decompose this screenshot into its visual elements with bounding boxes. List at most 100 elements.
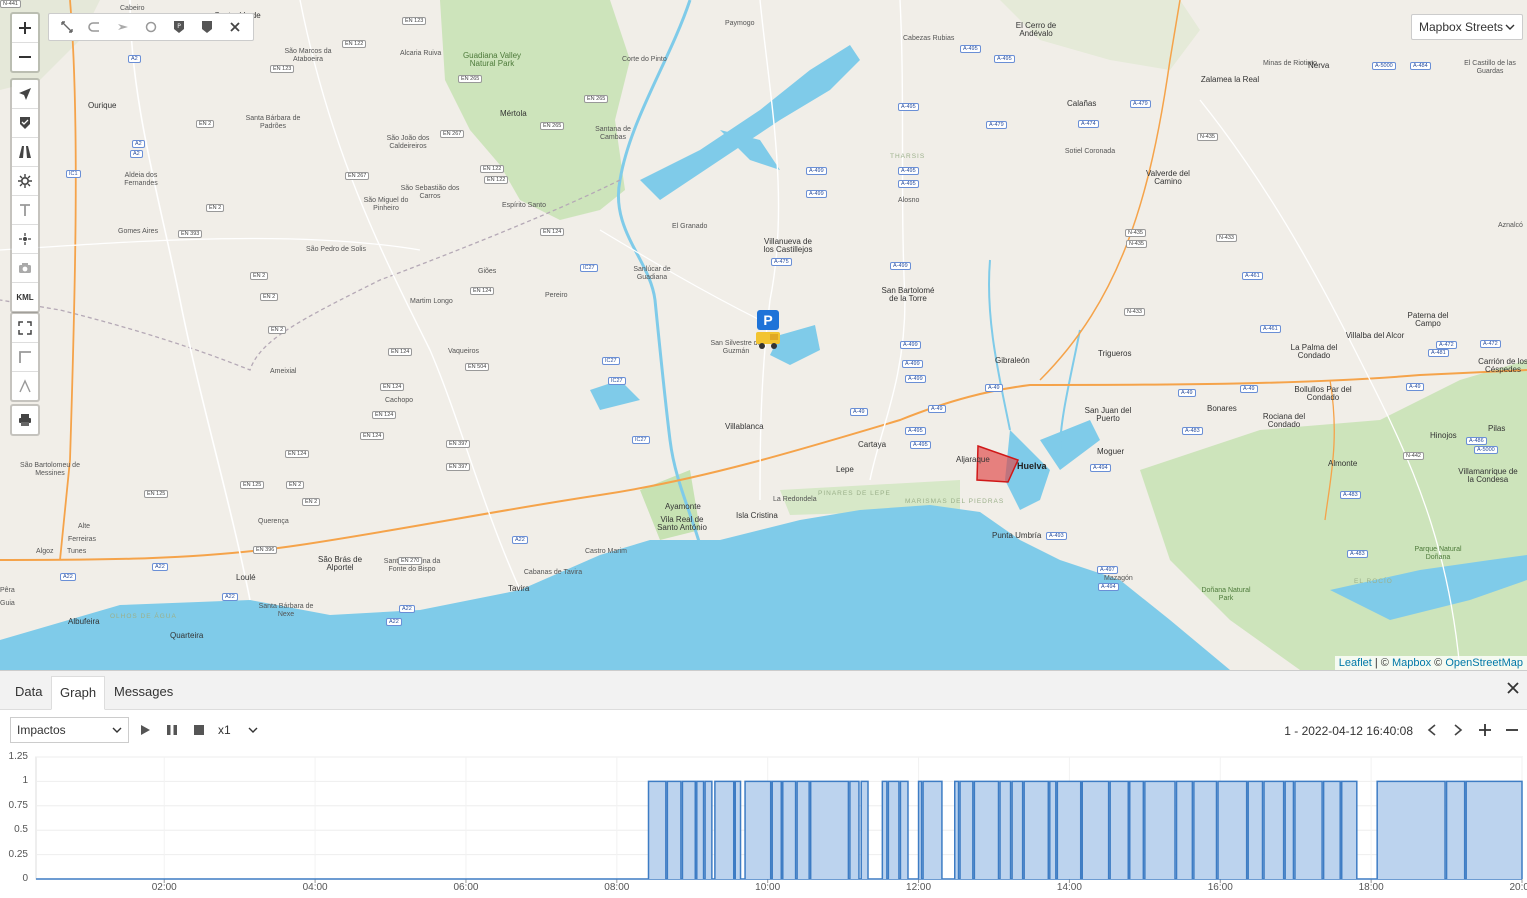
series-area-segment <box>888 781 899 879</box>
variable-select-value: Impactos <box>17 723 66 737</box>
stop-icon <box>194 725 204 735</box>
series-area-segment <box>1446 781 1465 879</box>
series-area-segment <box>782 781 796 879</box>
series-area-segment <box>735 781 741 879</box>
tab-data[interactable]: Data <box>7 676 50 708</box>
vehicle-marker[interactable]: P <box>756 310 780 350</box>
cluster-button[interactable] <box>12 225 38 254</box>
place-label: Sanlúcar de Guadiana <box>633 266 671 281</box>
measure-button[interactable] <box>12 372 38 400</box>
chevron-down-icon <box>248 727 258 733</box>
place-label: Tavira <box>508 584 530 593</box>
road-shield: A-49 <box>928 405 946 413</box>
impacts-graph[interactable]: 0 0.25 0.5 0.75 1 1.25 02:00 04:00 06:00 08:00 10:… <box>0 751 1527 895</box>
place-label: Cartaya <box>858 440 887 449</box>
series-area-segment <box>923 781 942 879</box>
settings-button[interactable] <box>12 167 38 196</box>
series-area-segment <box>648 781 666 879</box>
road-shield: N-435 <box>1126 240 1147 248</box>
road-shield: A-483 <box>1182 427 1203 435</box>
undo-button[interactable] <box>81 14 109 40</box>
draw-line-button[interactable] <box>53 14 81 40</box>
road-shield: EN 122 <box>480 165 505 173</box>
series-area-segment <box>667 781 681 879</box>
road-shield: EN 267 <box>345 172 370 180</box>
draw-parking-button[interactable]: P <box>165 14 193 40</box>
road-shield: EN 124 <box>388 348 413 356</box>
road-shield: EN 124 <box>360 432 385 440</box>
stop-button[interactable] <box>188 719 210 741</box>
map-view[interactable]: Castro VerdeSão Marcos da AtaboeiraAlcar… <box>0 0 1527 670</box>
series-area-segment <box>849 781 859 879</box>
close-panel-button[interactable] <box>1507 681 1519 699</box>
geofence-button[interactable] <box>12 109 38 138</box>
place-label: Punta Umbría <box>992 531 1042 540</box>
draw-circle-button[interactable] <box>137 14 165 40</box>
place-label: Corte do Pinto <box>622 56 667 63</box>
zoom-out-button[interactable] <box>12 43 38 71</box>
place-label: Aznalcó <box>1498 222 1523 229</box>
panel-tabs: Data Graph Messages <box>0 671 1527 710</box>
graph-zoom-in-button[interactable] <box>1475 719 1495 741</box>
place-label: Santana de Cambas <box>595 126 631 141</box>
close-draw-button[interactable] <box>221 14 249 40</box>
graph-canvas[interactable] <box>0 751 1527 895</box>
pause-button[interactable] <box>161 719 183 741</box>
y-tick-label: 0.75 <box>8 799 28 811</box>
expand-icon <box>18 321 32 335</box>
route-button[interactable] <box>12 138 38 167</box>
leaflet-link[interactable]: Leaflet <box>1339 657 1372 669</box>
place-label: Alosno <box>898 197 920 204</box>
fullscreen-button[interactable] <box>12 314 38 343</box>
text-button[interactable] <box>12 196 38 225</box>
previous-button[interactable] <box>1422 719 1442 741</box>
series-area-segment <box>861 781 869 879</box>
place-label: El Castillo de las Guardas <box>1464 60 1516 75</box>
place-label: Doñana Natural Park <box>1201 587 1251 602</box>
series-area-segment <box>1024 781 1049 879</box>
locate-button[interactable] <box>12 80 38 109</box>
osm-link[interactable]: OpenStreetMap <box>1445 657 1523 669</box>
road-shield: IC1 <box>66 170 81 178</box>
road-shield: EN 123 <box>402 17 427 25</box>
road-shield: A22 <box>222 593 238 601</box>
road-shield: A-5000 <box>1474 446 1498 454</box>
screenshot-button[interactable] <box>12 254 38 283</box>
measure-angle-button[interactable] <box>12 343 38 372</box>
variable-select[interactable]: Impactos <box>10 717 129 743</box>
play-button[interactable] <box>134 719 156 741</box>
road-shield: A-499 <box>806 190 827 198</box>
kml-button[interactable]: KML <box>12 283 38 311</box>
draw-shield-button[interactable] <box>193 14 221 40</box>
road-shield: A-49 <box>1406 383 1424 391</box>
print-button[interactable] <box>12 406 38 434</box>
speed-select-value: x1 <box>218 723 231 737</box>
series-area-segment <box>1218 781 1247 879</box>
series-area-segment <box>1176 781 1193 879</box>
draw-arrow-button[interactable] <box>109 14 137 40</box>
tab-graph[interactable]: Graph <box>51 676 106 710</box>
road-shield: A-495 <box>960 45 981 53</box>
road-shield: A-49 <box>850 408 868 416</box>
road-shield: A-483 <box>1340 491 1361 499</box>
road-shield: A-495 <box>898 103 919 111</box>
x-tick-label: 04:00 <box>302 882 328 893</box>
road-shield: IC27 <box>602 357 620 365</box>
road-shield: EN 2 <box>268 326 287 334</box>
series-area-segment <box>682 781 696 879</box>
place-label: Villamanrique de la Condesa <box>1458 467 1518 484</box>
graph-zoom-out-button[interactable] <box>1502 719 1522 741</box>
series-area-segment <box>1248 781 1263 879</box>
place-label: Villalba del Alcor <box>1345 331 1405 340</box>
mapbox-link[interactable]: Mapbox <box>1392 657 1431 669</box>
tab-messages[interactable]: Messages <box>106 676 181 708</box>
speed-select[interactable]: x1 <box>212 717 264 743</box>
series-area-segment <box>1377 781 1446 879</box>
place-label: Cachopo <box>385 397 414 404</box>
road-shield: A-474 <box>1078 120 1099 128</box>
next-button[interactable] <box>1448 719 1468 741</box>
basemap-select[interactable]: Mapbox Streets <box>1411 14 1523 40</box>
zoom-in-button[interactable] <box>12 14 38 43</box>
place-label: Moguer <box>1097 447 1125 456</box>
place-label: Pereiro <box>545 292 568 299</box>
